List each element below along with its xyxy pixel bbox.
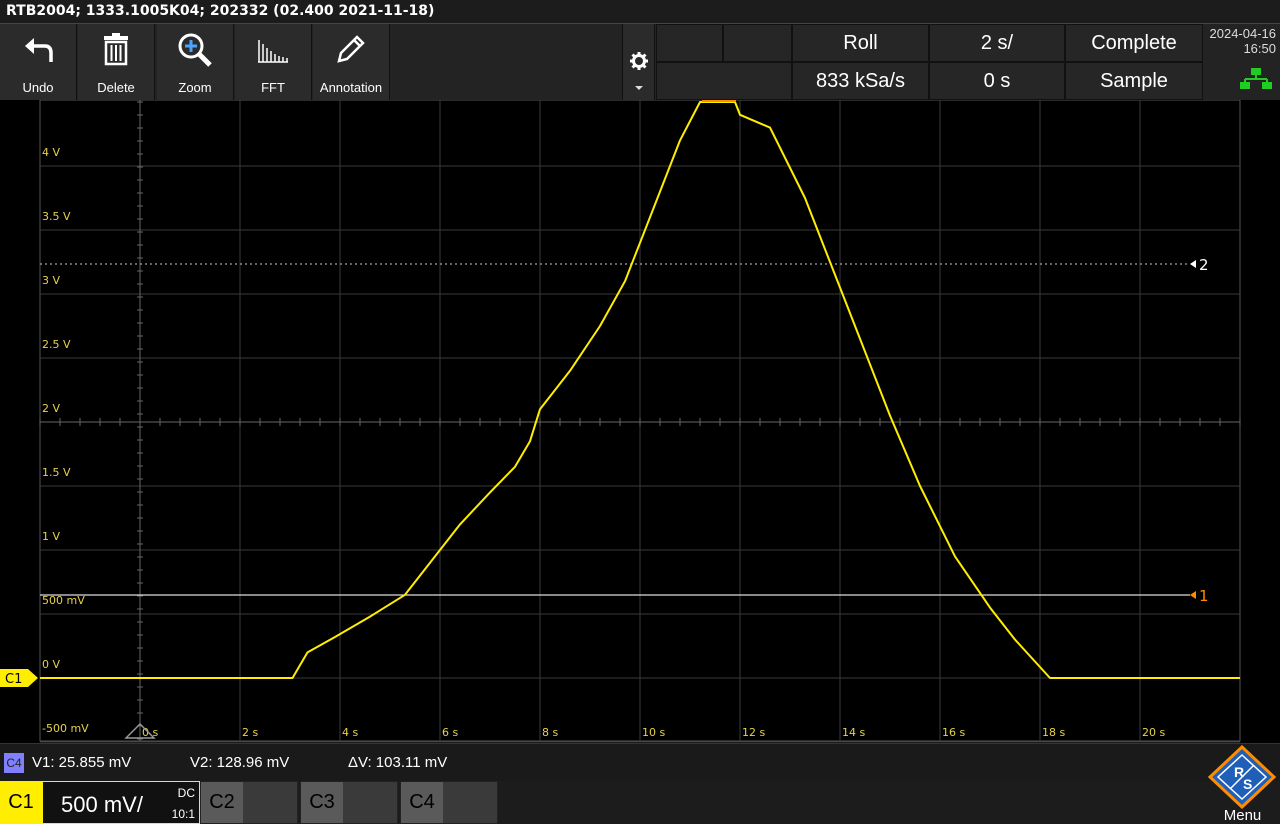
datetime-panel: 2024-04-16 16:50	[1205, 24, 1280, 100]
channel-1-coupling: DC	[177, 786, 195, 800]
y-axis-label: 2.5 V	[42, 338, 71, 351]
cursor-v1: V1: 25.855 mV	[32, 754, 132, 771]
settings-button[interactable]	[622, 24, 655, 100]
y-axis-label: 3 V	[42, 274, 60, 287]
channel-1-marker-label: C1	[5, 672, 22, 687]
menu-label: Menu	[1223, 807, 1262, 824]
channel-2-label: C2	[201, 782, 243, 823]
delete-label: Delete	[97, 80, 135, 95]
rs-logo-icon: R S	[1207, 745, 1277, 809]
x-axis-label: 10 s	[642, 726, 665, 739]
network-icon	[1240, 68, 1272, 89]
trash-icon	[104, 33, 128, 66]
fft-button[interactable]: FFT	[235, 24, 312, 100]
channel-bar: C1 500 mV/ DC 10:1 C2 C3 C4	[0, 781, 1280, 824]
cursor-1-marker	[1190, 591, 1196, 599]
time-scale[interactable]: 2 s/	[929, 24, 1065, 62]
x-axis-label: 20 s	[1142, 726, 1165, 739]
title-bar: RTB2004; 1333.1005K04; 202332 (02.400 20…	[0, 0, 1280, 24]
cursor-1-label: 1	[1199, 587, 1209, 605]
cursor-measurement-bar: C4 V1: 25.855 mV V2: 128.96 mV ΔV: 103.1…	[0, 743, 1280, 781]
channel-4-button[interactable]: C4	[400, 781, 498, 824]
zoom-button[interactable]: Zoom	[157, 24, 234, 100]
cursor-v2: V2: 128.96 mV	[190, 754, 290, 771]
channel-1-settings[interactable]: 500 mV/ DC 10:1	[42, 781, 200, 824]
annotation-button[interactable]: Annotation	[313, 24, 390, 100]
chevron-down-icon	[635, 86, 643, 90]
channel-2-button[interactable]: C2	[200, 781, 298, 824]
empty-cell-1	[656, 24, 723, 62]
scope-grid: 4 V 3.5 V 3 V 2.5 V 2 V 1.5 V 1 V 500 mV 0 V -500…	[0, 100, 1241, 743]
cursor-source-tag[interactable]: C4	[4, 753, 24, 773]
channel-1-button[interactable]: C1	[0, 781, 42, 824]
acq-type[interactable]: Sample	[1065, 62, 1203, 100]
acq-status[interactable]: Complete	[1065, 24, 1203, 62]
undo-icon	[25, 38, 53, 62]
y-axis-label: 4 V	[42, 146, 60, 159]
cursor-2-label: 2	[1199, 256, 1209, 274]
channel-3-label: C3	[301, 782, 343, 823]
x-axis-label: 14 s	[842, 726, 865, 739]
cursor-2-marker	[1190, 260, 1196, 268]
empty-cell-2	[723, 24, 792, 62]
fft-icon	[258, 40, 288, 63]
y-axis-label: 1 V	[42, 530, 60, 543]
x-axis-label: 4 s	[342, 726, 358, 739]
fft-label: FFT	[261, 80, 285, 95]
y-axis-label: 500 mV	[42, 594, 85, 607]
pencil-icon	[337, 35, 365, 63]
y-axis-label: 1.5 V	[42, 466, 71, 479]
zoom-label: Zoom	[178, 80, 212, 95]
cursor-delta-v: ΔV: 103.11 mV	[348, 754, 448, 771]
empty-cell-3	[656, 62, 792, 100]
svg-text:S: S	[1243, 776, 1252, 792]
undo-label: Undo	[22, 80, 54, 95]
undo-button[interactable]: Undo	[0, 24, 77, 100]
channel-4-label: C4	[401, 782, 443, 823]
x-axis-label: 6 s	[442, 726, 458, 739]
y-axis-label: 3.5 V	[42, 210, 71, 223]
y-axis-label: -500 mV	[42, 722, 89, 735]
delete-button[interactable]: Delete	[78, 24, 155, 100]
channel-3-button[interactable]: C3	[300, 781, 398, 824]
x-axis-label: 12 s	[742, 726, 765, 739]
acq-mode[interactable]: Roll	[792, 24, 929, 62]
zoom-icon	[178, 33, 212, 67]
y-axis-label: 0 V	[42, 658, 60, 671]
waveform-display[interactable]: 4 V 3.5 V 3 V 2.5 V 2 V 1.5 V 1 V 500 mV 0 V -500…	[0, 100, 1280, 743]
time: 16:50	[1243, 41, 1276, 56]
x-axis-label: 16 s	[942, 726, 965, 739]
instrument-info: RTB2004; 1333.1005K04; 202332 (02.400 20…	[6, 3, 435, 19]
y-axis-label: 2 V	[42, 402, 60, 415]
menu-button[interactable]: R S Menu	[1205, 745, 1280, 824]
x-axis-label: 2 s	[242, 726, 258, 739]
gear-icon	[630, 52, 648, 70]
trigger-offset[interactable]: 0 s	[929, 62, 1065, 100]
annotation-label: Annotation	[319, 80, 383, 95]
sample-rate: 833 kSa/s	[792, 62, 929, 100]
channel-1-scale: 500 mV/	[61, 792, 143, 817]
channel-1-probe: 10:1	[171, 807, 195, 821]
date: 2024-04-16	[1209, 26, 1277, 41]
x-axis-label: 18 s	[1042, 726, 1065, 739]
x-axis-label: 8 s	[542, 726, 558, 739]
